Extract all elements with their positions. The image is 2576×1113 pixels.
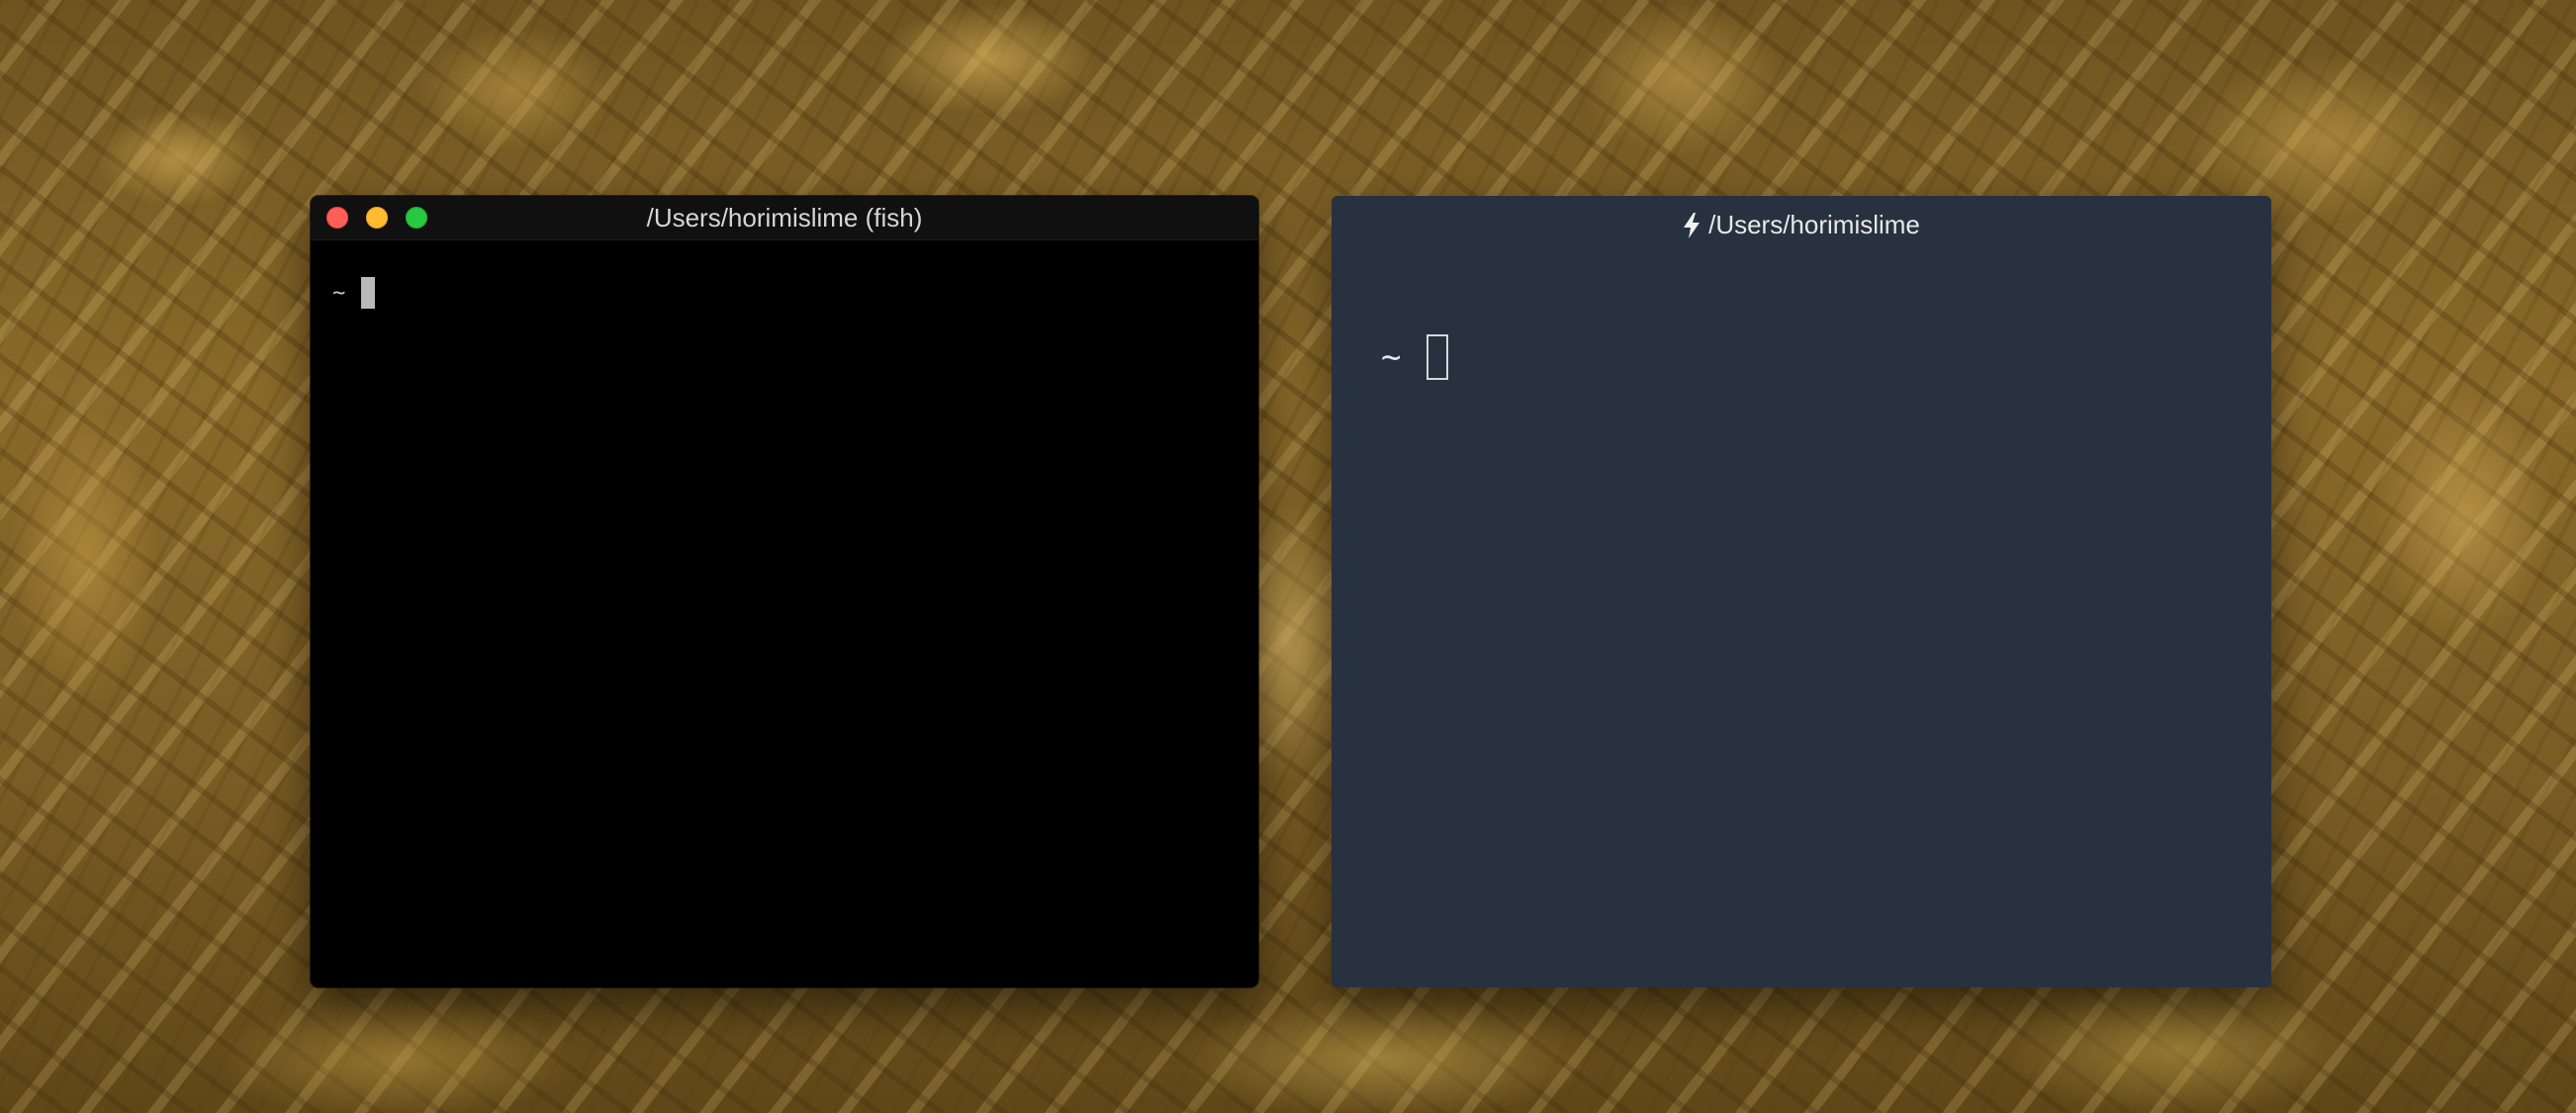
prompt-text: ~ — [332, 280, 346, 306]
text-cursor — [361, 277, 376, 309]
window-title: /Users/horimislime (fish) — [646, 203, 923, 232]
prompt-text: ~ — [1381, 337, 1402, 377]
window-title: /Users/horimislime — [1708, 210, 1920, 239]
text-cursor — [1426, 334, 1449, 380]
terminal-content[interactable]: ~ — [332, 277, 376, 309]
window-titlebar[interactable]: /Users/horimislime — [1332, 196, 2271, 263]
terminal-window-hyper[interactable]: /Users/horimislime ~ — [1332, 196, 2271, 987]
terminal-window-fish[interactable]: /Users/horimislime (fish) ~ — [311, 196, 1258, 987]
terminal-content[interactable]: ~ — [1381, 334, 1449, 380]
lightning-bolt-icon — [1683, 212, 1701, 238]
window-titlebar[interactable]: /Users/horimislime (fish) — [311, 196, 1258, 240]
